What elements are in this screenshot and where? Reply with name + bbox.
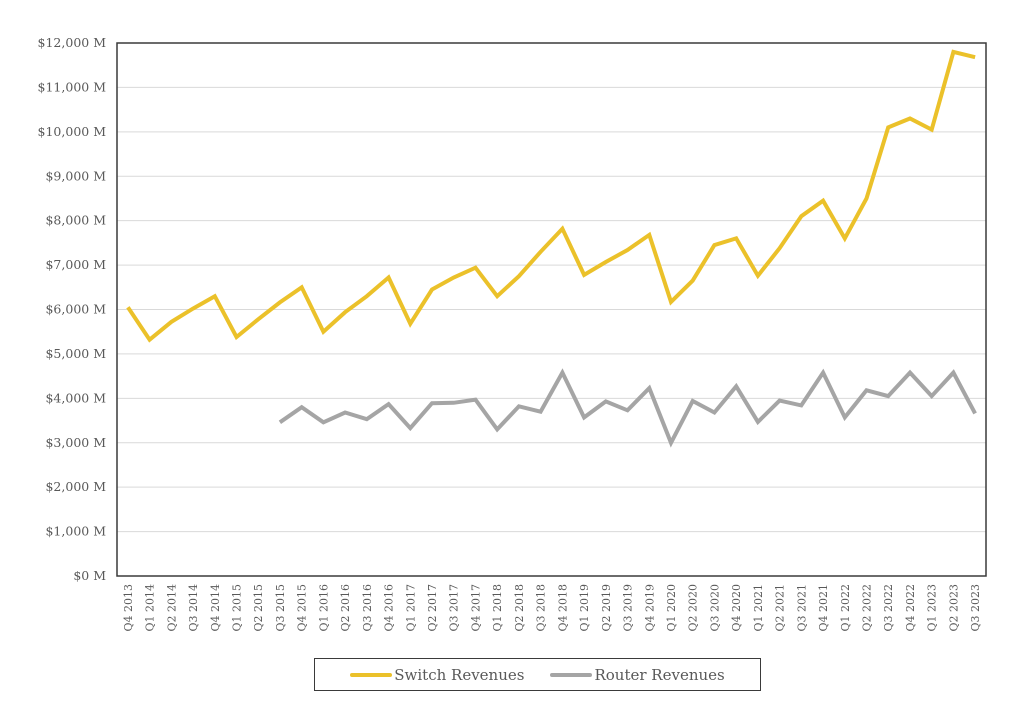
y-tick-label: $3,000 M bbox=[45, 435, 106, 450]
y-tick-label: $5,000 M bbox=[45, 346, 106, 361]
x-tick-label: Q2 2017 bbox=[426, 584, 439, 632]
x-tick-label: Q3 2017 bbox=[448, 584, 461, 632]
x-tick-label: Q2 2019 bbox=[600, 584, 613, 632]
y-tick-label: $0 M bbox=[73, 568, 106, 583]
y-tick-label: $10,000 M bbox=[38, 124, 107, 139]
x-tick-label: Q3 2023 bbox=[969, 584, 982, 632]
x-tick-label: Q2 2016 bbox=[339, 584, 352, 632]
y-tick-label: $11,000 M bbox=[38, 79, 107, 94]
x-tick-label: Q3 2022 bbox=[882, 584, 895, 632]
x-tick-label: Q4 2019 bbox=[643, 584, 656, 632]
x-tick-label: Q2 2020 bbox=[687, 584, 700, 632]
x-tick-label: Q2 2023 bbox=[947, 584, 960, 632]
x-tick-label: Q1 2016 bbox=[317, 584, 330, 632]
legend-label-switch: Switch Revenues bbox=[394, 665, 525, 684]
x-tick-label: Q4 2018 bbox=[556, 584, 569, 632]
x-tick-label: Q4 2015 bbox=[296, 584, 309, 632]
y-tick-label: $7,000 M bbox=[45, 257, 106, 272]
x-tick-label: Q4 2020 bbox=[730, 584, 743, 632]
x-tick-label: Q1 2015 bbox=[230, 584, 243, 632]
x-tick-label: Q2 2015 bbox=[252, 584, 265, 632]
x-tick-label: Q4 2013 bbox=[122, 584, 135, 632]
y-tick-label: $9,000 M bbox=[45, 168, 106, 183]
legend-swatch-router bbox=[550, 672, 593, 677]
series-line-switch-revenues bbox=[126, 49, 976, 343]
x-tick-label: Q1 2021 bbox=[752, 584, 765, 632]
x-tick-label: Q4 2016 bbox=[383, 584, 396, 632]
x-tick-label: Q2 2014 bbox=[165, 584, 178, 632]
x-tick-label: Q1 2020 bbox=[665, 584, 678, 632]
y-tick-label: $4,000 M bbox=[45, 390, 106, 405]
x-tick-label: Q4 2017 bbox=[469, 584, 482, 632]
x-tick-label: Q3 2021 bbox=[795, 584, 808, 632]
legend: Switch Revenues Router Revenues bbox=[314, 658, 761, 691]
legend-item-router: Router Revenues bbox=[550, 665, 725, 684]
x-axis-ticks: Q4 2013 Q1 2014 Q2 2014 Q3 2014 Q4 2014 Q1 20… bbox=[122, 584, 982, 632]
x-tick-label: Q1 2023 bbox=[926, 584, 939, 632]
x-tick-label: Q1 2017 bbox=[404, 584, 417, 632]
x-tick-label: Q2 2022 bbox=[861, 584, 874, 632]
x-tick-label: Q1 2022 bbox=[839, 584, 852, 632]
legend-item-switch: Switch Revenues bbox=[350, 666, 524, 684]
y-tick-label: $1,000 M bbox=[45, 524, 106, 539]
x-tick-label: Q1 2014 bbox=[144, 584, 157, 632]
x-tick-label: Q4 2014 bbox=[209, 584, 222, 632]
legend-label-router: Router Revenues bbox=[594, 665, 725, 684]
y-tick-label: $2,000 M bbox=[45, 479, 106, 494]
series-lines bbox=[126, 49, 977, 448]
x-tick-label: Q3 2015 bbox=[274, 584, 287, 632]
x-tick-label: Q3 2014 bbox=[187, 584, 200, 632]
x-tick-label: Q2 2021 bbox=[774, 584, 787, 632]
x-tick-label: Q4 2022 bbox=[904, 584, 917, 632]
x-tick-label: Q3 2020 bbox=[708, 584, 721, 632]
series-line-router-revenues bbox=[278, 368, 977, 448]
x-tick-label: Q3 2018 bbox=[535, 584, 548, 632]
line-chart: $0 M $1,000 M $2,000 M $3,000 M $4,000 M $5,0… bbox=[38, 35, 987, 632]
gridlines bbox=[117, 86, 986, 533]
x-tick-label: Q1 2019 bbox=[578, 584, 591, 632]
y-tick-label: $8,000 M bbox=[45, 213, 106, 228]
y-tick-label: $12,000 M bbox=[38, 35, 107, 50]
x-tick-label: Q1 2018 bbox=[491, 584, 504, 632]
legend-swatch-switch bbox=[350, 672, 393, 677]
y-tick-label: $6,000 M bbox=[45, 302, 106, 317]
x-tick-label: Q3 2016 bbox=[361, 584, 374, 632]
x-tick-label: Q4 2021 bbox=[817, 584, 830, 632]
x-tick-label: Q3 2019 bbox=[622, 584, 635, 632]
y-axis-ticks: $0 M $1,000 M $2,000 M $3,000 M $4,000 M $5,0… bbox=[38, 35, 107, 583]
x-tick-label: Q2 2018 bbox=[513, 584, 526, 632]
